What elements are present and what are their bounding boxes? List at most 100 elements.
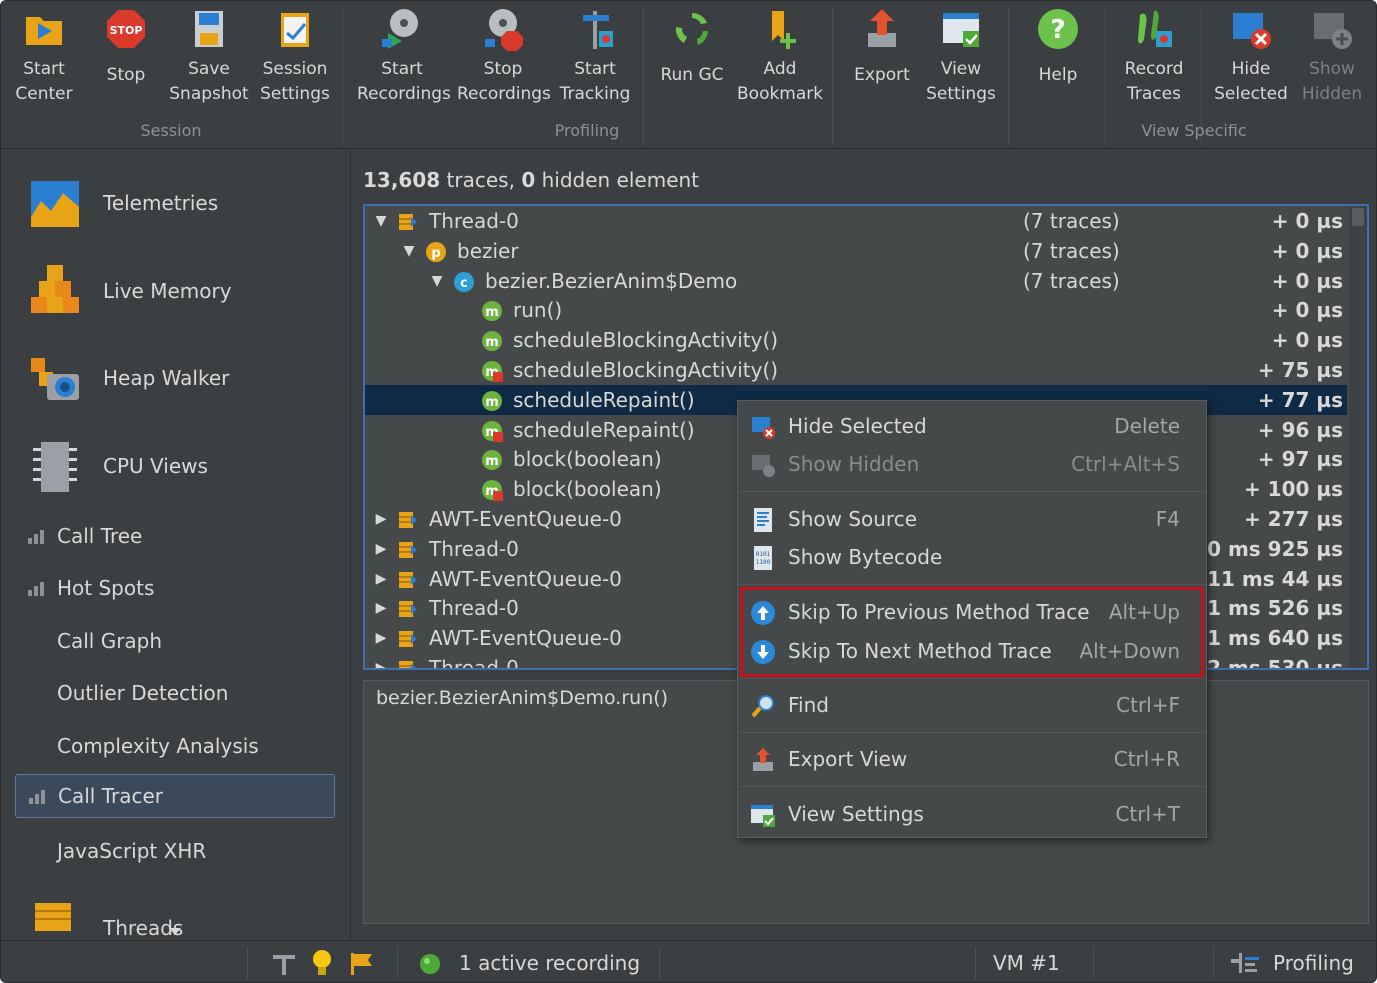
tree-row[interactable]: m scheduleBlockingActivity() + 75 µs <box>365 355 1347 385</box>
menu-item-show-bytecode[interactable]: 0101 1100 Show Bytecode <box>738 538 1206 576</box>
collapse-arrow-icon[interactable]: ▶ <box>371 593 391 623</box>
svg-text:p: p <box>431 246 440 261</box>
vm-indicator: VM #1 <box>993 951 1060 975</box>
menu-item-hide-selected[interactable]: Hide Selected Delete <box>738 407 1206 445</box>
class-icon: c <box>453 271 475 293</box>
menu-item-show-source[interactable]: Show Source F4 <box>738 500 1206 538</box>
menu-item-view-settings[interactable]: View Settings Ctrl+T <box>738 795 1206 833</box>
start-tracking-button[interactable]: Start Tracking <box>557 7 633 107</box>
menu-separator <box>738 584 1206 585</box>
method-icon: m <box>481 449 503 471</box>
svg-text:1100: 1100 <box>756 559 771 566</box>
run-gc-button[interactable]: Run GC <box>655 7 729 88</box>
sidebar-item-live-memory[interactable]: Live Memory <box>27 256 232 326</box>
collapse-arrow-icon[interactable]: ▶ <box>371 504 391 534</box>
sidebar-item-heap-walker[interactable]: Heap Walker <box>27 343 229 413</box>
record-traces-button[interactable]: Record Traces <box>1117 7 1191 107</box>
thread-icon <box>397 658 419 668</box>
menu-item-show-hidden[interactable]: Show Hidden Ctrl+Alt+S <box>738 445 1206 483</box>
method-icon: m <box>481 360 503 382</box>
collapse-arrow-icon[interactable]: ▶ <box>371 623 391 653</box>
show-hidden-button[interactable]: Show Hidden <box>1297 7 1367 107</box>
stop-icon: STOP <box>107 10 145 48</box>
sidebar-item-telemetries[interactable]: Telemetries <box>27 168 218 238</box>
tree-row[interactable]: m run() + 0 µs <box>365 295 1347 325</box>
tree-row-name: run() <box>513 298 563 323</box>
sidebar-item-threads[interactable]: Threads <box>27 888 183 940</box>
tree-row-name: AWT-EventQueue-0 <box>429 626 622 651</box>
hide-selected-icon <box>1233 13 1271 49</box>
thread-icon <box>397 509 419 531</box>
method-icon: m <box>481 300 503 322</box>
scroll-down-arrow-icon[interactable] <box>169 928 181 935</box>
stop-recordings-button[interactable]: Stop Recordings <box>457 7 551 107</box>
trace-summary: 13,608 traces, 0 hidden element <box>363 168 700 192</box>
svg-text:m: m <box>485 335 499 350</box>
tree-row[interactable]: ▼ p bezier (7 traces) + 0 µs <box>365 236 1347 266</box>
start-center-icon <box>26 17 62 45</box>
flag-icon[interactable] <box>349 951 375 975</box>
lightbulb-icon[interactable] <box>311 949 333 977</box>
add-bookmark-button[interactable]: Add Bookmark <box>737 7 823 107</box>
sidebar-item-complexity-analysis[interactable]: Complexity Analysis <box>15 724 335 768</box>
menu-item-export-view[interactable]: Export View Ctrl+R <box>738 740 1206 778</box>
stop-button[interactable]: STOP Stop <box>89 7 163 88</box>
expand-arrow-icon[interactable]: ▼ <box>371 206 391 236</box>
tree-scrollbar[interactable] <box>1349 206 1367 668</box>
save-snapshot-button[interactable]: Save Snapshot <box>169 7 249 107</box>
tree-row-time: 21 ms 526 µs <box>1193 596 1343 621</box>
tree-row-name: Thread-0 <box>429 656 519 670</box>
toolbar-separator <box>832 7 833 145</box>
svg-text:0101: 0101 <box>756 551 771 558</box>
tree-row-time: + 11 ms 44 µs <box>1183 566 1343 591</box>
thread-icon <box>397 569 419 591</box>
sidebar-item-cpu-views[interactable]: CPU Views <box>27 431 208 501</box>
sidebar-item-javascript-xhr[interactable]: JavaScript XHR <box>15 829 335 873</box>
method-icon: m <box>481 330 503 352</box>
sidebar-item-call-tree[interactable]: Call Tree <box>15 514 335 558</box>
svg-text:STOP: STOP <box>110 24 143 37</box>
scrollbar-thumb[interactable] <box>1352 208 1364 226</box>
collapse-arrow-icon[interactable]: ▶ <box>371 564 391 594</box>
sidebar-item-call-graph[interactable]: Call Graph <box>15 619 335 663</box>
export-button[interactable]: Export <box>847 7 917 88</box>
tree-row[interactable]: m scheduleBlockingActivity() + 0 µs <box>365 325 1347 355</box>
sidebar-item-hot-spots[interactable]: Hot Spots <box>15 566 335 610</box>
bar-chart-icon <box>28 530 44 544</box>
help-button[interactable]: ? Help <box>1023 7 1093 88</box>
toolbar-group-session-label: Session <box>140 121 202 140</box>
menu-item-find[interactable]: Find Ctrl+F <box>738 686 1206 724</box>
tree-row-name: bezier.BezierAnim$Demo <box>485 268 738 293</box>
collapse-arrow-icon[interactable]: ▶ <box>371 534 391 564</box>
tree-row-count: (7 traces) <box>1023 268 1120 293</box>
svg-text:?: ? <box>1050 15 1065 45</box>
sidebar-item-call-tracer[interactable]: Call Tracer <box>15 774 335 818</box>
status-separator <box>975 947 976 979</box>
start-tracking-icon <box>583 11 613 49</box>
profiling-mode-icon <box>1231 953 1259 973</box>
save-snapshot-icon <box>195 11 223 47</box>
hide-selected-button[interactable]: Hide Selected <box>1213 7 1289 107</box>
tree-row-time: 10 ms 925 µs <box>1193 536 1343 561</box>
view-settings-icon <box>943 13 979 47</box>
tree-row-time: + 75 µs <box>1257 358 1343 382</box>
start-center-button[interactable]: Start Center <box>7 7 81 107</box>
menu-separator <box>738 678 1206 679</box>
search-icon <box>751 695 774 718</box>
session-settings-button[interactable]: Session Settings <box>255 7 335 107</box>
tree-row-count: (7 traces) <box>1023 238 1120 263</box>
sidebar-item-outlier-detection[interactable]: Outlier Detection <box>15 671 335 715</box>
view-settings-button[interactable]: View Settings <box>925 7 997 107</box>
pin-icon[interactable] <box>271 951 297 975</box>
tree-row[interactable]: ▼ Thread-0 (7 traces) + 0 µs <box>365 206 1347 236</box>
start-recordings-button[interactable]: Start Recordings <box>357 7 451 107</box>
tree-row-time: + 97 µs <box>1257 447 1343 472</box>
collapse-arrow-icon[interactable]: ▶ <box>371 653 391 668</box>
trace-detail-text: bezier.BezierAnim$Demo.run() <box>376 687 669 709</box>
tree-row[interactable]: ▼ c bezier.BezierAnim$Demo (7 traces) + 0 µs <box>365 266 1347 296</box>
context-menu: Hide Selected Delete Show Hidden Ctrl+Al… <box>737 400 1207 838</box>
expand-arrow-icon[interactable]: ▼ <box>427 266 447 296</box>
expand-arrow-icon[interactable]: ▼ <box>399 236 419 266</box>
tree-row-name: block(boolean) <box>513 477 662 502</box>
bar-chart-icon <box>29 790 45 804</box>
